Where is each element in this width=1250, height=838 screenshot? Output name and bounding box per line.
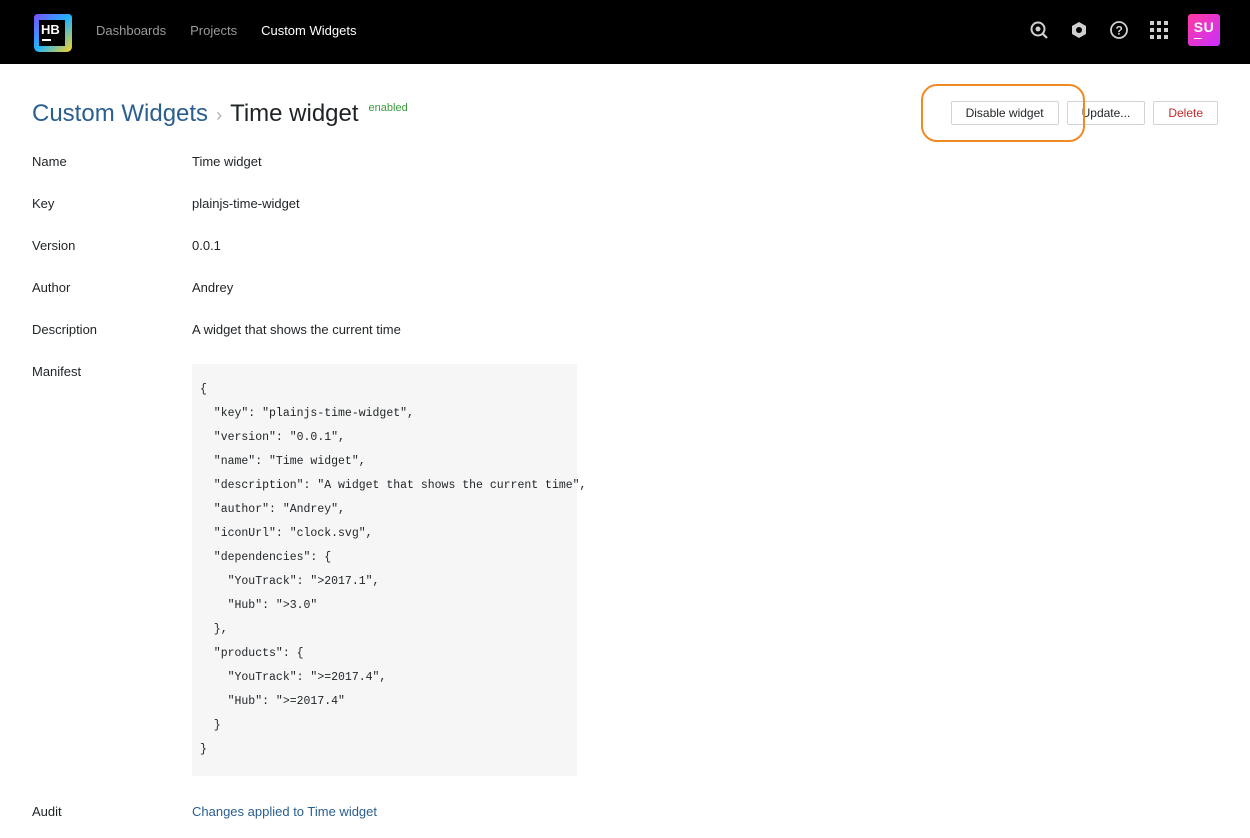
property-value: A widget that shows the current time — [192, 322, 401, 337]
user-avatar[interactable]: SU — [1188, 14, 1220, 46]
help-icon[interactable]: ? — [1108, 19, 1130, 41]
delete-button[interactable]: Delete — [1153, 101, 1218, 125]
nav-projects[interactable]: Projects — [190, 23, 237, 38]
top-navigation-bar: HB Dashboards Projects Custom Widgets ? … — [0, 0, 1250, 64]
manifest-code-block: { "key": "plainjs-time-widget", "version… — [192, 364, 586, 776]
settings-icon[interactable] — [1068, 19, 1090, 41]
property-label: Version — [32, 238, 76, 253]
property-value: plainjs-time-widget — [192, 196, 300, 211]
property-row-audit: Audit Changes applied to Time widget — [32, 804, 377, 819]
property-label: Description — [32, 322, 98, 337]
search-icon[interactable] — [1028, 19, 1050, 41]
property-label: Manifest — [32, 364, 82, 379]
nav-custom-widgets[interactable]: Custom Widgets — [261, 23, 356, 38]
property-label: Name — [32, 154, 67, 169]
breadcrumb-separator: › — [216, 105, 223, 125]
widget-properties: Name Time widget Key plainjs-time-widget… — [32, 154, 932, 776]
widget-actions: Disable widget Update... Delete — [950, 101, 1218, 125]
property-row-author: Author Andrey — [32, 280, 932, 322]
status-badge: enabled — [368, 102, 408, 114]
property-row-description: Description A widget that shows the curr… — [32, 322, 932, 364]
nav-dashboards[interactable]: Dashboards — [96, 23, 166, 38]
topbar-icons: ? SU — [1010, 14, 1220, 46]
property-row-version: Version 0.0.1 — [32, 238, 932, 280]
apps-grid-icon[interactable] — [1148, 19, 1170, 41]
property-row-name: Name Time widget — [32, 154, 932, 196]
avatar-underline — [1194, 37, 1202, 39]
hub-logo[interactable]: HB — [30, 12, 74, 54]
page-header: Custom Widgets › Time widget enabled — [32, 100, 408, 128]
property-value: 0.0.1 — [192, 238, 221, 253]
property-value: Andrey — [192, 280, 234, 295]
property-label: Author — [32, 280, 71, 295]
logo-text: HB — [41, 22, 60, 37]
disable-widget-button[interactable]: Disable widget — [950, 101, 1059, 125]
property-value: Time widget — [192, 154, 262, 169]
breadcrumb-custom-widgets[interactable]: Custom Widgets — [32, 100, 208, 128]
main-nav: Dashboards Projects Custom Widgets — [96, 23, 356, 38]
property-row-manifest: Manifest { "key": "plainjs-time-widget",… — [32, 364, 932, 776]
audit-changes-link[interactable]: Changes applied to Time widget — [192, 804, 377, 819]
svg-text:?: ? — [1116, 24, 1123, 38]
page-title: Time widget — [230, 100, 359, 127]
avatar-initials: SU — [1193, 19, 1215, 35]
property-label: Key — [32, 196, 55, 211]
property-row-key: Key plainjs-time-widget — [32, 196, 932, 238]
property-label: Audit — [32, 804, 62, 819]
update-button[interactable]: Update... — [1066, 101, 1146, 125]
